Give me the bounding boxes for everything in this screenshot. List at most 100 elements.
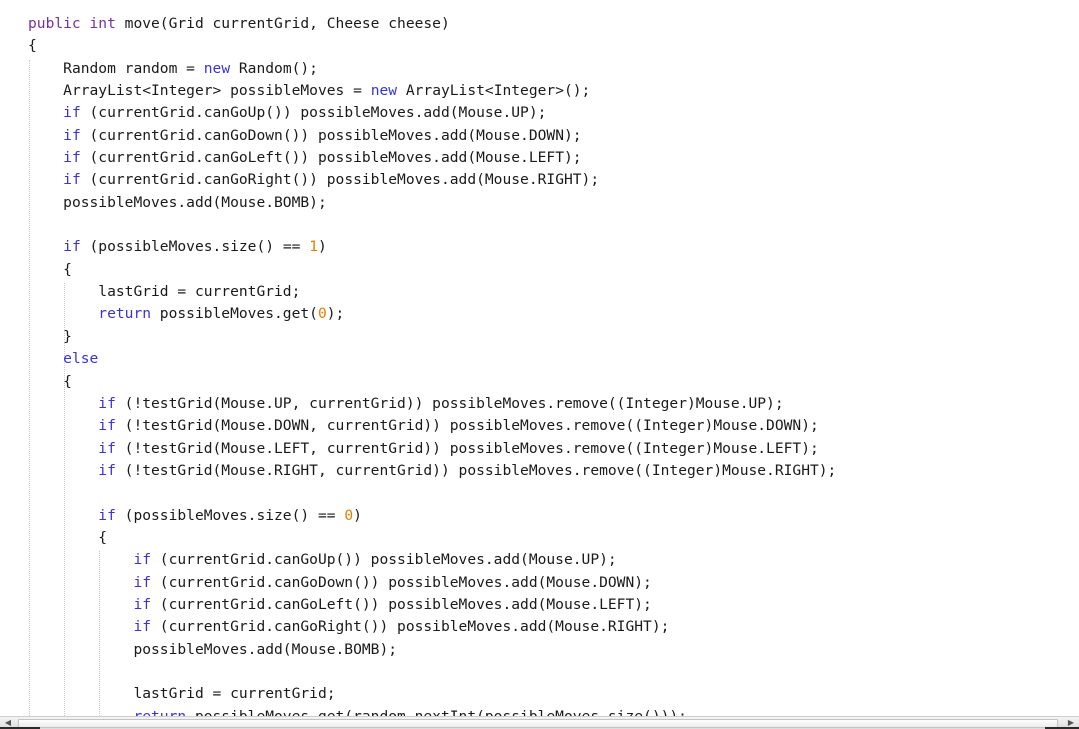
code-token-num: 1	[309, 238, 318, 256]
code-token-plain: possibleMoves.get(random.nextInt(possibl…	[186, 708, 687, 716]
code-line[interactable]: if (!testGrid(Mouse.LEFT, currentGrid)) …	[0, 438, 1079, 460]
code-token-plain: Random();	[230, 59, 318, 77]
code-token-kw: new	[370, 82, 398, 100]
code-token-kw: return	[98, 305, 152, 323]
code-token-kw: if	[133, 551, 152, 569]
code-line[interactable]: else	[0, 348, 1079, 370]
code-line[interactable]: if (possibleMoves.size() == 1)	[0, 236, 1079, 258]
code-token-plain: ArrayList<Integer> possibleMoves =	[63, 82, 371, 100]
code-line[interactable]: if (currentGrid.canGoDown()) possibleMov…	[0, 572, 1079, 594]
code-token-plain: {	[63, 260, 72, 278]
code-surface[interactable]: public int move(Grid currentGrid, Cheese…	[0, 0, 1079, 716]
code-token-plain: (currentGrid.canGoRight()) possibleMoves…	[151, 618, 670, 636]
code-line[interactable]: public int move(Grid currentGrid, Cheese…	[0, 13, 1079, 35]
code-editor[interactable]: public int move(Grid currentGrid, Cheese…	[0, 0, 1079, 729]
code-token-kw: return	[133, 708, 186, 716]
code-token-kw: if	[98, 439, 116, 457]
code-token-plain: )	[317, 238, 327, 256]
horizontal-scrollbar-thumb[interactable]	[18, 719, 1058, 728]
code-line[interactable]: if (currentGrid.canGoUp()) possibleMoves…	[0, 549, 1079, 571]
code-line[interactable]	[0, 214, 1079, 236]
code-token-kw: if	[133, 573, 152, 591]
code-line[interactable]: if (possibleMoves.size() == 0)	[0, 505, 1079, 527]
code-token-plain: {	[98, 528, 108, 546]
code-token-plain: (!testGrid(Mouse.LEFT, currentGrid)) pos…	[115, 439, 819, 457]
code-token-kw: if	[98, 506, 116, 524]
code-token-plain: (possibleMoves.size() ==	[115, 506, 345, 524]
code-token-plain: {	[63, 372, 72, 390]
code-line[interactable]: }	[0, 326, 1079, 348]
code-token-plain: (!testGrid(Mouse.RIGHT, currentGrid)) po…	[115, 461, 837, 479]
code-token-plain: {	[28, 37, 37, 55]
code-line[interactable]: possibleMoves.add(Mouse.BOMB);	[0, 639, 1079, 661]
code-line[interactable]: if (currentGrid.canGoRight()) possibleMo…	[0, 616, 1079, 638]
code-line[interactable]: {	[0, 35, 1079, 57]
code-line-list[interactable]: public int move(Grid currentGrid, Cheese…	[0, 13, 1079, 716]
code-token-kw: if	[133, 595, 152, 613]
code-line[interactable]: {	[0, 527, 1079, 549]
code-token-kw: if	[63, 171, 81, 189]
code-line[interactable]: if (currentGrid.canGoUp()) possibleMoves…	[0, 102, 1079, 124]
code-token-kw: if	[98, 461, 116, 479]
code-line[interactable]: ArrayList<Integer> possibleMoves = new A…	[0, 80, 1079, 102]
code-token-plain: (currentGrid.canGoUp()) possibleMoves.ad…	[80, 104, 547, 122]
code-line[interactable]: if (currentGrid.canGoDown()) possibleMov…	[0, 125, 1079, 147]
code-line[interactable]: {	[0, 259, 1079, 281]
code-line[interactable]: if (!testGrid(Mouse.UP, currentGrid)) po…	[0, 393, 1079, 415]
code-token-plain: ArrayList<Integer>();	[397, 82, 591, 100]
code-line[interactable]: Random random = new Random();	[0, 58, 1079, 80]
code-line[interactable]: if (currentGrid.canGoRight()) possibleMo…	[0, 169, 1079, 191]
code-token-plain: possibleMoves.add(Mouse.BOMB);	[63, 193, 327, 211]
code-line[interactable]: if (currentGrid.canGoLeft()) possibleMov…	[0, 147, 1079, 169]
code-line[interactable]	[0, 482, 1079, 504]
horizontal-scrollbar[interactable]: ◀ ▶	[0, 716, 1079, 729]
code-token-plain: possibleMoves.add(Mouse.BOMB);	[133, 640, 398, 658]
code-line[interactable]: if (!testGrid(Mouse.RIGHT, currentGrid))…	[0, 460, 1079, 482]
code-line[interactable]	[0, 661, 1079, 683]
code-line[interactable]: if (!testGrid(Mouse.DOWN, currentGrid)) …	[0, 415, 1079, 437]
code-token-plain: (currentGrid.canGoLeft()) possibleMoves.…	[80, 149, 582, 167]
code-token-kw: else	[63, 350, 99, 368]
code-token-mod: public	[28, 15, 81, 32]
code-token-plain: (currentGrid.canGoRight()) possibleMoves…	[80, 171, 600, 189]
code-line[interactable]: {	[0, 371, 1079, 393]
code-line[interactable]: if (currentGrid.canGoLeft()) possibleMov…	[0, 594, 1079, 616]
code-token-kw: new	[203, 59, 231, 77]
code-line[interactable]: return possibleMoves.get(random.nextInt(…	[0, 706, 1079, 716]
code-line[interactable]: lastGrid = currentGrid;	[0, 683, 1079, 705]
code-line[interactable]: return possibleMoves.get(0);	[0, 303, 1079, 325]
code-token-plain: lastGrid = currentGrid;	[133, 685, 336, 703]
code-line[interactable]: possibleMoves.add(Mouse.BOMB);	[0, 192, 1079, 214]
code-token-plain: (!testGrid(Mouse.DOWN, currentGrid)) pos…	[115, 417, 819, 435]
code-token-plain: move(Grid currentGrid, Cheese cheese)	[115, 15, 450, 32]
code-token-kw: if	[133, 618, 152, 636]
code-token-plain: (currentGrid.canGoUp()) possibleMoves.ad…	[151, 551, 617, 569]
code-line[interactable]: lastGrid = currentGrid;	[0, 281, 1079, 303]
code-token-plain: lastGrid = currentGrid;	[98, 283, 301, 301]
code-token-kw: if	[63, 104, 81, 122]
